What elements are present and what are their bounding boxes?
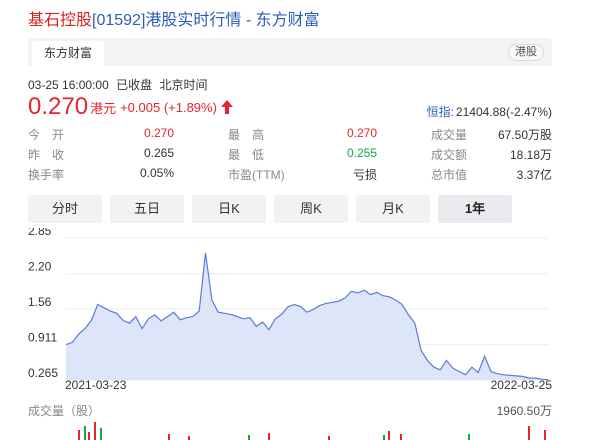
- stat-value-pe: 亏损: [352, 168, 377, 182]
- y-tick-label: 0.911: [28, 331, 57, 345]
- volume-bar: [528, 426, 530, 440]
- stat-label-volume: 成交量: [431, 128, 468, 142]
- x-tick-start: 2021-03-23: [65, 378, 127, 392]
- index-value: 21404.88(-2.47%): [455, 105, 552, 119]
- volume-bar: [100, 428, 102, 440]
- chart-period-tabs: 分时 五日 日K 周K 月K 1年: [28, 195, 552, 223]
- volume-bar: [188, 436, 190, 440]
- volume-bar: [268, 433, 270, 440]
- tab-monthly-k[interactable]: 月K: [356, 195, 430, 223]
- tab-one-year[interactable]: 1年: [438, 195, 512, 223]
- brand-tab[interactable]: 东方财富: [32, 41, 105, 66]
- tab-intraday[interactable]: 分时: [28, 195, 102, 223]
- page-title-link[interactable]: 基石控股[01592]港股实时行情 - 东方财富: [28, 6, 320, 30]
- stock-name[interactable]: 基石控股: [28, 12, 92, 29]
- stat-label-prev-close: 昨 收: [28, 148, 65, 162]
- volume-bar: [248, 435, 250, 440]
- volume-label: 成交量（股）: [28, 404, 101, 418]
- y-axis-ticks: 2.85 2.20 1.56 0.911 0.265: [28, 228, 58, 380]
- y-tick-label: 1.56: [28, 295, 52, 309]
- stat-value-high: 0.270: [346, 126, 377, 140]
- y-tick-label: 2.20: [28, 260, 52, 274]
- volume-bar: [388, 431, 390, 440]
- stats-table: 今 开 0.270 最 高 0.270 成交量 67.50万股 昨 收 0.26…: [28, 126, 552, 186]
- volume-max: 1960.50万: [496, 404, 552, 418]
- stat-label-low: 最 低: [228, 148, 265, 162]
- price-chart[interactable]: 2.85 2.20 1.56 0.911 0.265: [28, 228, 552, 394]
- volume-bars: [78, 422, 546, 440]
- y-tick-label: 2.85: [28, 228, 52, 238]
- currency-label: 港元: [90, 100, 117, 116]
- stats-row: 换手率 0.05% 市盈(TTM) 亏损 总市值 3.37亿: [28, 166, 552, 186]
- price-change: +0.005 (+1.89%): [120, 99, 217, 115]
- stat-label-market-cap: 总市值: [431, 168, 468, 182]
- timezone-label: 北京时间: [159, 78, 208, 92]
- x-tick-end: 2022-03-25: [490, 378, 552, 392]
- tab-daily-k[interactable]: 日K: [192, 195, 266, 223]
- stat-label-pe: 市盈(TTM): [228, 168, 285, 182]
- index-name[interactable]: 恒指:: [427, 105, 454, 119]
- stat-value-low: 0.255: [346, 146, 377, 160]
- tab-five-day[interactable]: 五日: [110, 195, 184, 223]
- volume-bar: [88, 432, 90, 440]
- stat-value-turnover-rate: 0.05%: [139, 166, 174, 180]
- chart-area: [65, 252, 549, 381]
- y-tick-label: 0.265: [28, 366, 58, 380]
- stats-row: 昨 收 0.265 最 低 0.255 成交额 18.18万: [28, 146, 552, 166]
- card-header: 东方财富 港股: [28, 38, 552, 66]
- stat-value-turnover: 18.18万: [509, 148, 552, 162]
- volume-bar: [94, 422, 96, 440]
- quote-card: 东方财富 港股 03-25 16:00:00 已收盘 北京时间 0.270 港元 +…: [28, 38, 552, 440]
- stat-label-turnover-rate: 换手率: [28, 168, 65, 182]
- stat-label-high: 最 高: [228, 128, 265, 142]
- volume-bar: [84, 426, 86, 440]
- stat-label-turnover: 成交额: [431, 148, 468, 162]
- volume-bar: [400, 434, 402, 440]
- volume-bar: [544, 430, 546, 440]
- volume-bar: [78, 430, 80, 440]
- volume-bar: [328, 436, 330, 440]
- quote-time-row: 03-25 16:00:00 已收盘 北京时间: [28, 76, 211, 93]
- stat-value-prev-close: 0.265: [143, 146, 174, 160]
- market-status: 已收盘: [116, 78, 153, 92]
- last-price: 0.270: [28, 93, 89, 120]
- stat-value-open: 0.270: [143, 126, 174, 140]
- index-quote[interactable]: 恒指: 21404.88(-2.47%): [427, 103, 552, 120]
- title-rest[interactable]: [01592]港股实时行情 - 东方财富: [92, 12, 320, 29]
- up-arrow-icon: [220, 100, 233, 114]
- volume-bar: [468, 434, 470, 440]
- quote-datetime: 03-25 16:00:00: [28, 78, 109, 92]
- stats-row: 今 开 0.270 最 高 0.270 成交量 67.50万股: [28, 126, 552, 146]
- volume-bar: [168, 434, 170, 440]
- volume-bar: [383, 435, 385, 440]
- stat-value-market-cap: 3.37亿: [516, 168, 552, 182]
- price-row: 0.270 港元 +0.005 (+1.89%): [28, 93, 233, 123]
- stat-value-volume: 67.50万股: [497, 128, 552, 142]
- price-area-fill: [66, 252, 548, 380]
- tab-weekly-k[interactable]: 周K: [274, 195, 348, 223]
- stat-label-open: 今 开: [28, 128, 65, 142]
- market-badge: 港股: [508, 44, 544, 61]
